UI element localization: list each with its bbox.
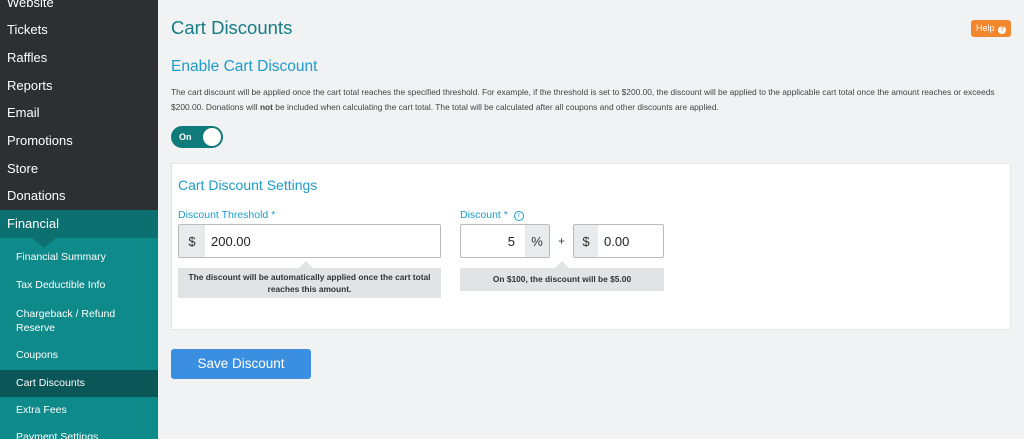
sidebar-item-store[interactable]: Store: [0, 155, 158, 183]
discount-amount-group: $: [573, 224, 664, 258]
sidebar-subitem-chargeback-refund-reserve[interactable]: Chargeback / Refund Reserve: [0, 307, 120, 335]
sidebar-item-tickets[interactable]: Tickets: [0, 16, 158, 44]
sidebar-item-website[interactable]: Website: [0, 0, 158, 17]
sidebar-item-financial[interactable]: Financial: [0, 210, 158, 238]
sidebar-subitem-payment-settings[interactable]: Payment Settings: [0, 431, 158, 439]
discount-hint-caret: [555, 261, 569, 268]
discount-amount-input[interactable]: [598, 225, 662, 257]
threshold-hint: The discount will be automatically appli…: [178, 268, 441, 298]
amount-dollar-prefix: $: [574, 225, 598, 257]
question-circle-icon: ?: [998, 26, 1007, 34]
sidebar-subitem-cart-discounts[interactable]: Cart Discounts: [0, 370, 158, 397]
threshold-hint-caret: [299, 261, 313, 268]
page-title: Cart Discounts: [171, 17, 293, 38]
cart-discount-settings-card: Cart Discount Settings Discount Threshol…: [171, 163, 1011, 330]
discount-threshold-input[interactable]: [205, 225, 435, 257]
sidebar: Website Tickets Raffles Reports Email Pr…: [0, 0, 158, 439]
active-caret: [32, 238, 56, 248]
threshold-dollar-prefix: $: [179, 225, 205, 257]
settings-title: Cart Discount Settings: [178, 177, 318, 193]
help-label: Help: [975, 23, 995, 33]
discount-percent-group: %: [460, 224, 550, 258]
enable-section-title: Enable Cart Discount: [171, 58, 318, 75]
percent-suffix: %: [525, 225, 549, 257]
plus-sign: +: [558, 234, 566, 248]
discount-label: Discount * i: [460, 209, 524, 221]
enable-section-description: The cart discount will be applied once t…: [171, 87, 995, 112]
sidebar-item-promotions[interactable]: Promotions: [0, 127, 158, 155]
sidebar-subitem-tax-deductible-info[interactable]: Tax Deductible Info: [0, 279, 158, 291]
toggle-knob: [203, 128, 221, 146]
discount-threshold-label: Discount Threshold *: [178, 209, 276, 221]
enable-cart-discount-toggle[interactable]: On: [171, 126, 223, 148]
sidebar-item-reports[interactable]: Reports: [0, 72, 158, 100]
sidebar-item-raffles[interactable]: Raffles: [0, 44, 158, 72]
discount-threshold-group: $: [178, 224, 441, 258]
discount-percent-input[interactable]: [461, 225, 525, 257]
financial-submenu: Financial Summary Tax Deductible Info Ch…: [0, 238, 158, 439]
discount-hint: On $100, the discount will be $5.00: [460, 268, 664, 291]
sidebar-item-email[interactable]: Email: [0, 99, 158, 127]
help-button[interactable]: Help ?: [971, 20, 1011, 37]
toggle-label: On: [179, 132, 192, 142]
info-icon[interactable]: i: [513, 211, 524, 221]
sidebar-subitem-financial-summary[interactable]: Financial Summary: [0, 251, 158, 263]
sidebar-item-donations[interactable]: Donations: [0, 182, 158, 210]
sidebar-subitem-extra-fees[interactable]: Extra Fees: [0, 404, 158, 416]
save-discount-button[interactable]: Save Discount: [171, 349, 311, 379]
sidebar-subitem-coupons[interactable]: Coupons: [0, 349, 158, 361]
